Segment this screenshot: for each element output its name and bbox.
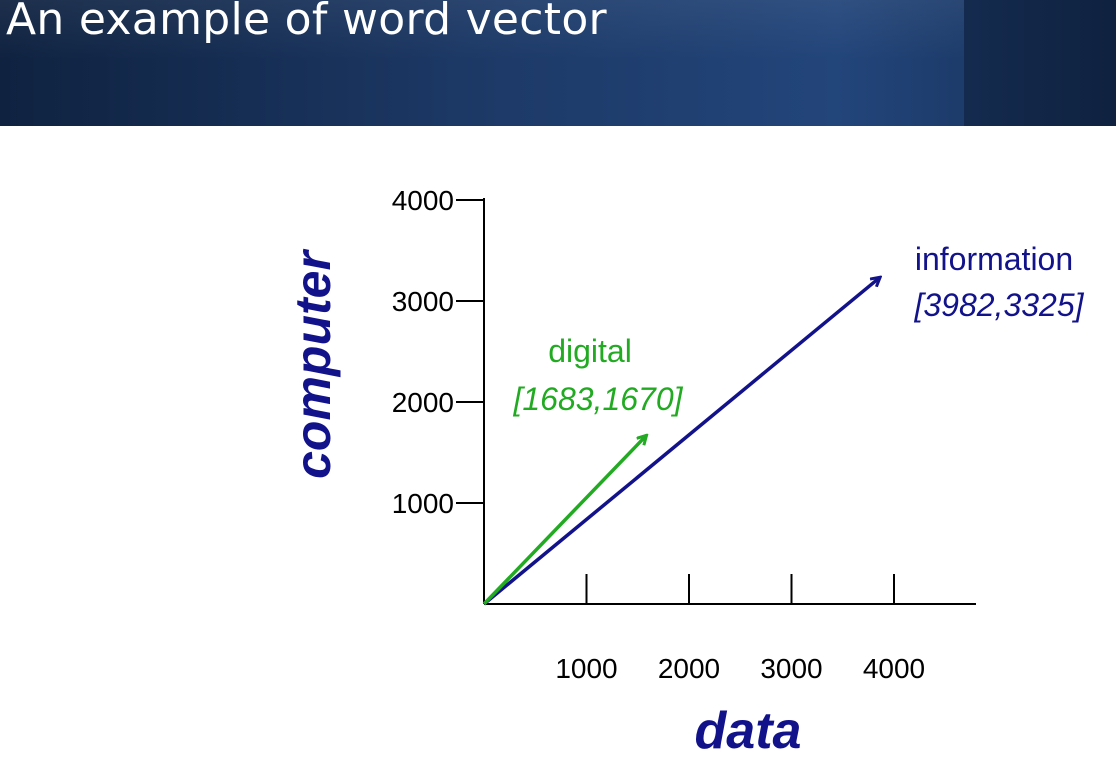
vector-arrow-information <box>482 277 880 606</box>
x-ticks: 1000 2000 3000 4000 <box>555 574 925 684</box>
y-tick-label: 4000 <box>392 185 454 216</box>
slide-title: An example of word vector <box>6 0 607 45</box>
vector-series: information [3982,3325] digital [1683,1670] <box>482 241 1085 606</box>
y-ticks: 1000 2000 3000 4000 <box>392 185 484 519</box>
word-vector-chart: 1000 2000 3000 4000 1000 2000 3000 4000 inform… <box>285 185 1085 760</box>
x-tick-label: 2000 <box>658 653 720 684</box>
title-bar-side-panel <box>964 0 1116 126</box>
vector-name-label: digital <box>548 333 632 369</box>
x-tick-label: 3000 <box>760 653 822 684</box>
y-tick-label: 3000 <box>392 286 454 317</box>
y-tick-label: 1000 <box>392 488 454 519</box>
vector-coords-label: [1683,1670] <box>512 381 683 417</box>
vector-coords-label: [3982,3325] <box>913 287 1084 323</box>
vector-arrow-digital <box>482 435 647 606</box>
x-axis-label: data <box>695 702 802 760</box>
title-bar: An example of word vector <box>0 0 1116 126</box>
chart-area: 1000 2000 3000 4000 1000 2000 3000 4000 inform… <box>0 126 1116 760</box>
vector-name-label: information <box>915 241 1073 277</box>
x-tick-label: 4000 <box>863 653 925 684</box>
y-tick-label: 2000 <box>392 387 454 418</box>
x-tick-label: 1000 <box>555 653 617 684</box>
y-axis-label: computer <box>285 249 341 479</box>
